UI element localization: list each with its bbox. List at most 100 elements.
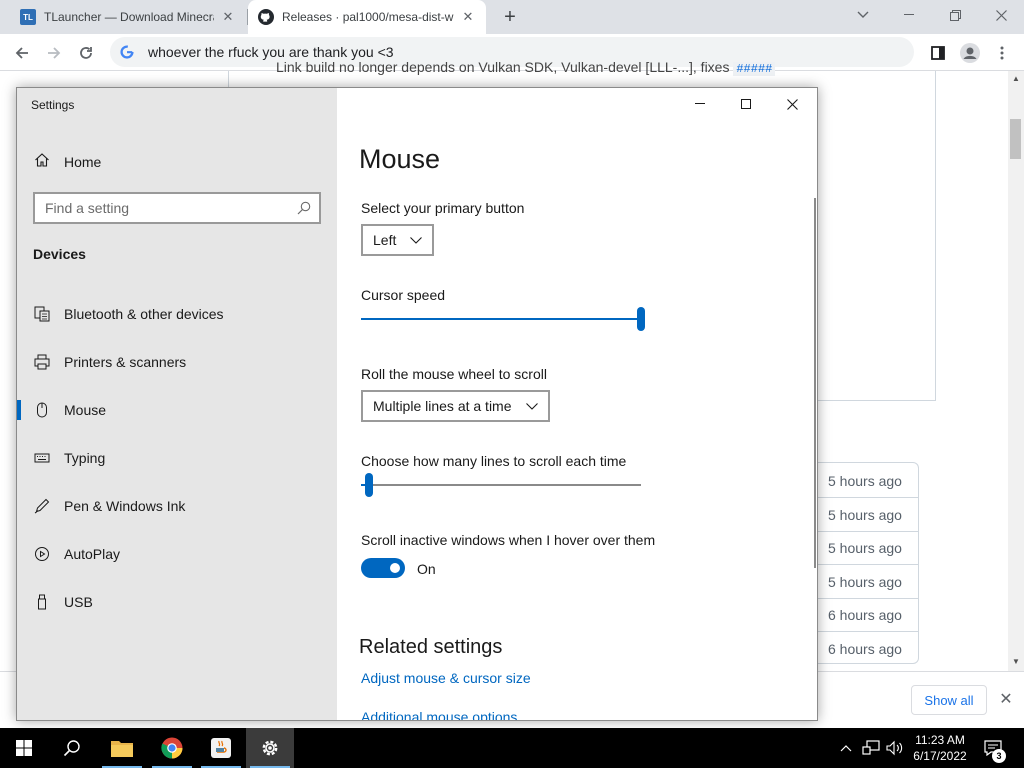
sidebar-item-label: Home: [64, 154, 102, 170]
chevron-down-icon: [410, 236, 423, 244]
slider-track: [361, 484, 641, 486]
page-scrollbar[interactable]: ▲ ▼: [1008, 71, 1024, 671]
slider-thumb[interactable]: [365, 473, 374, 497]
related-settings-heading: Related settings: [359, 636, 503, 658]
page-divider: [818, 400, 936, 401]
notification-count-badge: 3: [992, 749, 1006, 763]
forward-button[interactable]: [41, 40, 67, 66]
primary-button-dropdown[interactable]: Left: [361, 224, 435, 256]
taskbar-chrome[interactable]: [148, 728, 196, 768]
page-divider: [935, 71, 936, 401]
scroll-up-icon[interactable]: ▲: [1012, 74, 1020, 83]
sidebar-item-printers[interactable]: Printers & scanners: [17, 342, 337, 382]
sidebar-item-typing[interactable]: Typing: [17, 438, 337, 478]
sidebar-item-pen[interactable]: Pen & Windows Ink: [17, 486, 337, 526]
java-icon: [211, 738, 231, 758]
file-explorer-icon: [111, 741, 133, 757]
volume-icon: [886, 740, 903, 756]
taskbar-search-button[interactable]: [48, 728, 96, 768]
back-button[interactable]: [9, 40, 35, 66]
maximize-button[interactable]: [723, 88, 769, 120]
adjust-cursor-size-link[interactable]: Adjust mouse & cursor size: [361, 670, 531, 686]
restore-button[interactable]: [932, 0, 978, 30]
tab-search-icon[interactable]: [840, 0, 886, 30]
tab-title: Releases · pal1000/mesa-dist-wi: [282, 10, 454, 24]
minimize-button[interactable]: [886, 0, 932, 30]
inactive-scroll-toggle[interactable]: [361, 558, 405, 578]
close-tab-icon[interactable]: ✕: [460, 9, 476, 25]
volume-tray-button[interactable]: [884, 728, 906, 768]
clock-time: 11:23 AM: [915, 733, 965, 747]
slider-fill: [361, 318, 641, 320]
taskbar-file-explorer[interactable]: [98, 728, 146, 768]
scrollbar-thumb[interactable]: [1010, 119, 1021, 159]
network-icon: [862, 740, 880, 755]
menu-kebab-icon[interactable]: [989, 40, 1015, 66]
sidebar-item-autoplay[interactable]: AutoPlay: [17, 534, 337, 574]
sidebar-item-label: USB: [64, 594, 93, 610]
sidebar-item-home[interactable]: Home: [17, 146, 337, 178]
tab-github-releases[interactable]: Releases · pal1000/mesa-dist-wi ✕: [248, 0, 486, 34]
printer-icon: [34, 354, 50, 370]
content-scrollbar[interactable]: [814, 198, 816, 568]
browser-tab-strip: TL TLauncher — Download Minecra ✕ Releas…: [0, 0, 1024, 34]
scroll-mode-label: Roll the mouse wheel to scroll: [361, 366, 547, 382]
network-tray-button[interactable]: [860, 728, 882, 768]
lines-to-scroll-slider[interactable]: [361, 473, 641, 497]
profile-avatar[interactable]: [957, 40, 983, 66]
side-panel-icon[interactable]: [925, 40, 951, 66]
start-button[interactable]: [0, 728, 48, 768]
find-setting-input[interactable]: Find a setting: [33, 192, 321, 224]
reload-button[interactable]: [73, 40, 99, 66]
taskbar-clock[interactable]: 11:23 AM 6/17/2022: [908, 732, 972, 764]
sidebar-item-bluetooth[interactable]: Bluetooth & other devices: [17, 294, 337, 334]
page-title: Mouse: [359, 144, 441, 174]
close-window-button[interactable]: [978, 0, 1024, 30]
scroll-down-icon[interactable]: ▼: [1012, 657, 1020, 666]
cursor-speed-slider[interactable]: [361, 307, 645, 331]
release-time: 5 hours ago: [828, 473, 902, 489]
window-title: Settings: [31, 98, 75, 112]
sidebar-item-usb[interactable]: USB: [17, 582, 337, 622]
inactive-scroll-label: Scroll inactive windows when I hover ove…: [361, 532, 656, 548]
row-divider: [818, 531, 918, 532]
show-all-downloads-button[interactable]: Show all: [911, 685, 987, 715]
row-divider: [818, 631, 918, 632]
search-icon: [289, 201, 319, 215]
close-tab-icon[interactable]: ✕: [220, 9, 236, 25]
close-downloads-bar-icon[interactable]: ✕: [997, 690, 1015, 708]
snippet-code: #####: [733, 62, 776, 76]
scroll-mode-dropdown[interactable]: Multiple lines at a time: [361, 390, 550, 422]
dropdown-value: Left: [373, 232, 397, 248]
release-time: 6 hours ago: [828, 641, 902, 657]
release-time: 5 hours ago: [828, 540, 902, 556]
minimize-button[interactable]: [677, 88, 723, 120]
additional-mouse-options-link[interactable]: Additional mouse options: [361, 709, 517, 720]
release-time: 5 hours ago: [828, 574, 902, 590]
google-icon: [120, 45, 134, 59]
sidebar-item-label: Printers & scanners: [64, 354, 187, 370]
tab-tlauncher[interactable]: TL TLauncher — Download Minecra ✕: [10, 0, 246, 34]
section-heading: Devices: [33, 246, 86, 262]
new-tab-button[interactable]: +: [498, 5, 522, 29]
release-time: 6 hours ago: [828, 607, 902, 623]
close-settings-button[interactable]: [769, 88, 815, 120]
sidebar-item-label: Typing: [64, 450, 106, 466]
sidebar-item-mouse[interactable]: Mouse: [17, 390, 337, 430]
tlauncher-icon: TL: [20, 9, 36, 25]
assets-table: [818, 462, 919, 664]
windows-taskbar: 11:23 AM 6/17/2022 3: [0, 728, 1024, 768]
tab-title: TLauncher — Download Minecra: [44, 10, 214, 24]
show-hidden-icons-button[interactable]: [836, 728, 856, 768]
slider-thumb[interactable]: [637, 307, 645, 331]
taskbar-settings[interactable]: [246, 728, 294, 768]
taskbar-java[interactable]: [197, 728, 245, 768]
tlauncher-icon-label: TL: [23, 12, 33, 22]
toggle-state-label: On: [417, 561, 436, 577]
sidebar-item-label: Pen & Windows Ink: [64, 498, 186, 514]
chevron-up-icon: [840, 745, 852, 752]
settings-content: Mouse Select your primary button Left Cu…: [337, 88, 817, 720]
windows-logo-icon: [16, 740, 32, 756]
release-time: 5 hours ago: [828, 507, 902, 523]
search-placeholder: Find a setting: [45, 200, 130, 216]
